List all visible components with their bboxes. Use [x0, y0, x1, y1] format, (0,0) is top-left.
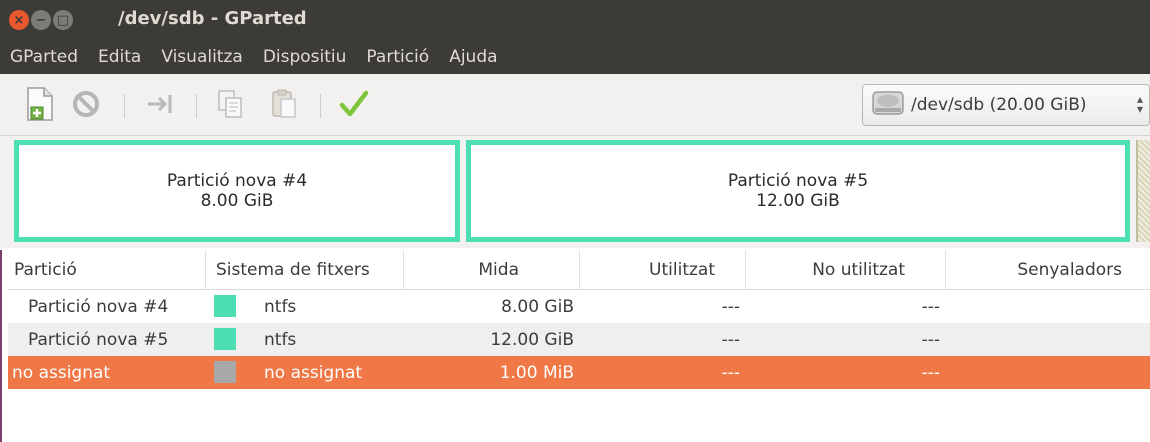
- delete-icon[interactable]: [66, 84, 106, 124]
- table-row[interactable]: Partició nova #5 ntfs 12.00 GiB --- ---: [8, 323, 1150, 356]
- window-title: /dev/sdb - GParted: [118, 8, 307, 29]
- partition-block-size: 12.00 GiB: [756, 191, 840, 211]
- column-header-partition[interactable]: Partició: [8, 250, 206, 290]
- menu-view[interactable]: Visualitza: [158, 47, 245, 67]
- column-header-used[interactable]: Utilitzat: [580, 250, 746, 290]
- menu-edit[interactable]: Edita: [95, 47, 144, 67]
- cell-size: 8.00 GiB: [501, 296, 574, 317]
- cell-unused: ---: [921, 362, 940, 383]
- cell-filesystem: no assignat: [264, 362, 363, 383]
- device-selector[interactable]: /dev/sdb (20.00 GiB) ▴ ▾: [862, 84, 1150, 126]
- cell-filesystem: ntfs: [264, 329, 297, 350]
- cell-unused: ---: [921, 329, 940, 350]
- partition-block-size: 8.00 GiB: [200, 191, 274, 211]
- column-header-flags[interactable]: Senyaladors: [946, 250, 1150, 290]
- cell-filesystem: ntfs: [264, 296, 297, 317]
- toolbar-separator: [320, 94, 321, 118]
- maximize-window-button[interactable]: □: [53, 10, 73, 30]
- partition-block-name: Partició nova #4: [166, 171, 308, 191]
- cell-partition: Partició nova #5: [28, 329, 169, 350]
- apply-icon[interactable]: [334, 84, 374, 124]
- filesystem-color-swatch: [214, 328, 236, 350]
- menu-gparted[interactable]: GParted: [7, 47, 81, 67]
- close-window-button[interactable]: ×: [9, 10, 29, 30]
- table-row[interactable]: Partició nova #4 ntfs 8.00 GiB --- ---: [8, 290, 1150, 323]
- menu-partition[interactable]: Partició: [363, 47, 432, 67]
- resize-move-icon[interactable]: [140, 84, 180, 124]
- cell-size: 12.00 GiB: [490, 329, 574, 350]
- minimize-window-button[interactable]: −: [31, 10, 51, 30]
- unallocated-block[interactable]: [1136, 140, 1150, 242]
- harddisk-icon: [871, 88, 905, 123]
- cell-size: 1.00 MiB: [499, 362, 574, 383]
- menu-bar: GParted Edita Visualitza Dispositiu Part…: [0, 40, 1150, 74]
- cell-partition: Partició nova #4: [28, 296, 169, 317]
- new-partition-icon[interactable]: [20, 84, 60, 124]
- cell-used: ---: [721, 329, 740, 350]
- column-header-filesystem[interactable]: Sistema de fitxers: [206, 250, 404, 290]
- partition-map: Partició nova #4 8.00 GiB Partició nova …: [0, 136, 1150, 248]
- paste-icon[interactable]: [264, 84, 304, 124]
- cell-partition: no assignat: [12, 362, 111, 383]
- cell-used: ---: [721, 296, 740, 317]
- copy-icon[interactable]: [210, 84, 250, 124]
- cell-used: ---: [721, 362, 740, 383]
- column-header-size[interactable]: Mida: [404, 250, 580, 290]
- title-bar: × − □ /dev/sdb - GParted: [0, 0, 1150, 40]
- filesystem-color-swatch: [214, 361, 236, 383]
- toolbar-separator: [124, 94, 125, 118]
- toolbar-separator: [196, 94, 197, 118]
- partition-block-name: Partició nova #5: [727, 171, 869, 191]
- window-edge: [0, 250, 2, 442]
- device-selector-label: /dev/sdb (20.00 GiB): [911, 95, 1087, 115]
- column-header-unused[interactable]: No utilitzat: [746, 250, 946, 290]
- partition-block-4[interactable]: Partició nova #4 8.00 GiB: [14, 140, 460, 242]
- table-row-selected[interactable]: no assignat no assignat 1.00 MiB --- ---: [8, 356, 1150, 389]
- menu-help[interactable]: Ajuda: [446, 47, 500, 67]
- table-header: Partició Sistema de fitxers Mida Utilitz…: [8, 250, 1150, 290]
- cell-unused: ---: [921, 296, 940, 317]
- partition-block-5[interactable]: Partició nova #5 12.00 GiB: [466, 140, 1130, 242]
- spin-arrows-icon: ▴ ▾: [1136, 92, 1143, 116]
- partition-table: Partició Sistema de fitxers Mida Utilitz…: [8, 250, 1150, 389]
- filesystem-color-swatch: [214, 295, 236, 317]
- menu-device[interactable]: Dispositiu: [260, 47, 350, 67]
